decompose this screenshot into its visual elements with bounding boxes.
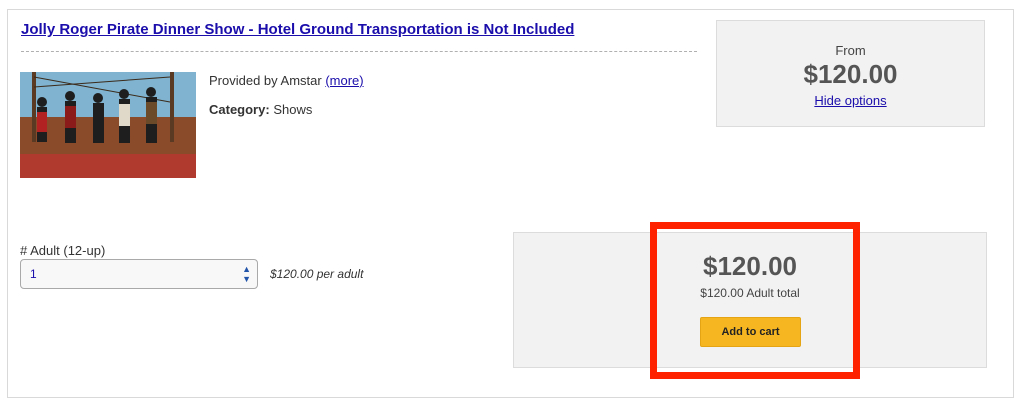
select-updown-icon: ▲ ▼ [242, 264, 251, 284]
more-link[interactable]: (more) [325, 73, 363, 88]
adult-qty-label: # Adult (12-up) [20, 243, 106, 258]
product-title-link[interactable]: Jolly Roger Pirate Dinner Show - Hotel G… [21, 21, 574, 38]
from-price-box: From $120.00 Hide options [716, 20, 985, 127]
adult-qty-value: 1 [30, 267, 37, 281]
category-label: Category: [209, 102, 270, 117]
hide-options-link[interactable]: Hide options [717, 93, 984, 108]
from-label: From [835, 43, 866, 58]
provider-text: Provided by Amstar [209, 73, 322, 88]
category-line: Category: Shows [209, 102, 312, 117]
total-subtext: $120.00 Adult total [700, 286, 800, 300]
adult-qty-select[interactable]: 1 ▲ ▼ [20, 259, 258, 289]
from-price: $120.00 [803, 59, 898, 89]
product-photo [20, 72, 196, 178]
per-adult-price: $120.00 per adult [270, 267, 364, 281]
title-divider [21, 51, 697, 52]
total-price: $120.00 [703, 251, 797, 281]
provider-line: Provided by Amstar (more) [209, 73, 364, 88]
add-to-cart-button[interactable]: Add to cart [700, 317, 801, 347]
category-value: Shows [273, 102, 313, 117]
